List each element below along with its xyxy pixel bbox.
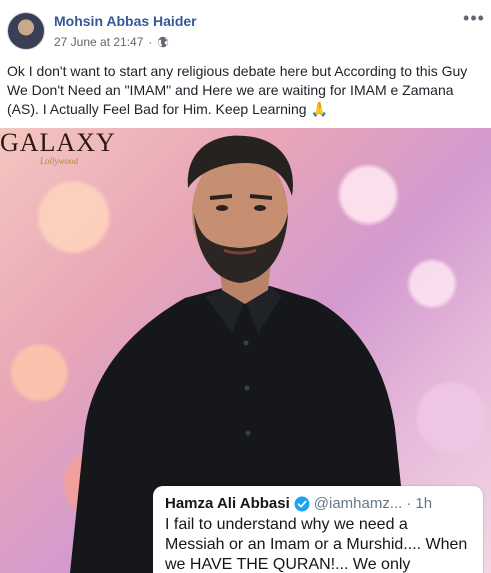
- tweet-text: I fail to understand why we need a Messi…: [165, 516, 468, 573]
- meta-separator: ·: [148, 35, 153, 49]
- post-meta: 27 June at 21:47 ·: [54, 35, 169, 49]
- author-name-link[interactable]: Mohsin Abbas Haider: [54, 13, 197, 29]
- galaxy-logo: GALAXY: [0, 128, 116, 157]
- globe-icon[interactable]: [157, 36, 169, 48]
- tweet-author-name: Hamza Ali Abbasi: [165, 495, 290, 512]
- post-photo[interactable]: GALAXY Lollywood Hamza Ali Abbasi @iamha…: [0, 128, 491, 573]
- author-avatar[interactable]: [7, 12, 45, 50]
- post-timestamp[interactable]: 27 June at 21:47: [54, 35, 143, 49]
- verified-badge-icon: [294, 496, 310, 511]
- tweet-header: Hamza Ali Abbasi @iamhamz... · 1h: [165, 495, 471, 512]
- galaxy-logo-subtext: Lollywood: [40, 156, 79, 166]
- tweet-time: 1h: [415, 495, 433, 512]
- tweet-handle: @iamhamz...: [313, 495, 403, 512]
- more-options-icon[interactable]: •••: [463, 7, 485, 29]
- embedded-tweet-card: Hamza Ali Abbasi @iamhamz... · 1h I fail…: [153, 486, 483, 573]
- tweet-separator: ·: [406, 495, 412, 512]
- post-body-text: Ok I don't want to start any religious d…: [7, 63, 468, 117]
- post-header: Mohsin Abbas Haider 27 June at 21:47 · •…: [0, 0, 491, 60]
